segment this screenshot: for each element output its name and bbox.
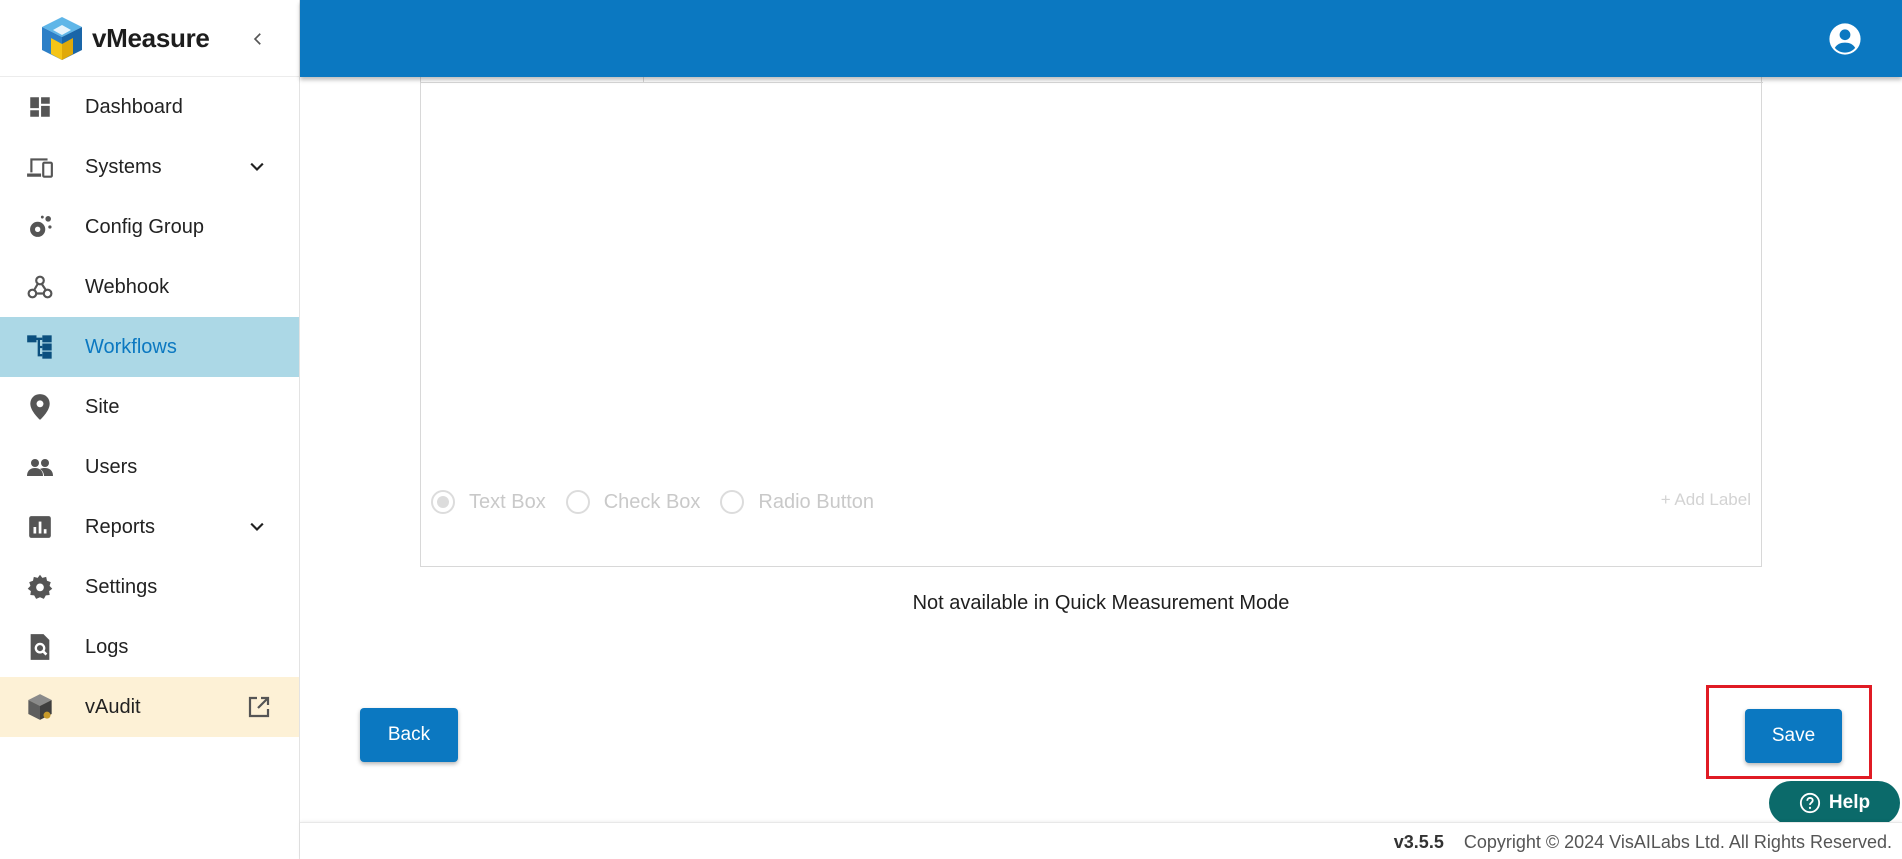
webhook-icon: [26, 273, 54, 301]
workflow-icon: [26, 333, 54, 361]
sidebar-item-label: Workflows: [85, 335, 177, 358]
open-external-icon[interactable]: [245, 693, 273, 721]
gear-icon: [26, 573, 54, 601]
option-label: Radio Button: [758, 490, 875, 513]
option-radio-button[interactable]: Radio Button: [720, 490, 874, 514]
sidebar-item-settings[interactable]: Settings: [0, 557, 299, 617]
sidebar-item-dashboard[interactable]: Dashboard: [0, 77, 299, 137]
radio-radio-button[interactable]: [720, 490, 745, 514]
sidebar-item-label: Webhook: [85, 275, 170, 298]
sidebar-item-label: Config Group: [85, 215, 204, 238]
chevron-down-icon[interactable]: [245, 155, 269, 179]
chevron-left-icon: [253, 33, 261, 45]
sidebar-item-webhook[interactable]: Webhook: [0, 257, 299, 317]
mode-notice: Not available in Quick Measurement Mode: [912, 592, 1290, 614]
devices-icon: [26, 153, 54, 181]
users-icon: [26, 453, 54, 481]
chevron-down-icon[interactable]: [245, 515, 269, 539]
bar-chart-icon: [26, 513, 54, 541]
cube-icon: [26, 693, 54, 721]
help-circle-icon: [1799, 792, 1820, 814]
add-label-link[interactable]: + Add Label: [1661, 490, 1751, 510]
option-text-box[interactable]: Text Box: [431, 490, 546, 514]
search-document-icon: [26, 633, 54, 661]
sidebar: vMeasure Dashboard Systems Config Group: [0, 0, 300, 859]
location-pin-icon: [26, 393, 54, 421]
tab-strip: [421, 77, 1763, 83]
tab-divider: [643, 77, 644, 83]
sidebar-item-reports[interactable]: Reports: [0, 497, 299, 557]
option-label: Check Box: [603, 490, 701, 513]
config-gear-icon: [26, 213, 54, 241]
sidebar-item-label: Dashboard: [85, 95, 183, 118]
option-label: Text Box: [469, 490, 546, 513]
sidebar-nav: Dashboard Systems Config Group Webhook W…: [0, 77, 299, 737]
option-check-box[interactable]: Check Box: [565, 490, 701, 514]
vmeasure-logo-icon: [42, 17, 82, 60]
radio-selected-dot: [437, 496, 449, 508]
help-label: Help: [1828, 792, 1871, 813]
collapse-sidebar-button[interactable]: [243, 24, 273, 54]
radio-check-box[interactable]: [565, 490, 590, 514]
save-button[interactable]: Save: [1745, 709, 1842, 763]
sidebar-item-label: vAudit: [85, 695, 141, 718]
sidebar-item-label: Logs: [85, 635, 129, 658]
account-circle-icon[interactable]: [1828, 22, 1862, 56]
help-button[interactable]: Help: [1769, 781, 1900, 825]
sidebar-item-users[interactable]: Users: [0, 437, 299, 497]
top-app-bar: [300, 0, 1902, 77]
dashboard-icon: [26, 93, 54, 121]
radio-text-box[interactable]: [431, 490, 455, 514]
sidebar-item-label: Users: [85, 455, 138, 478]
sidebar-item-label: Reports: [85, 515, 156, 538]
sidebar-item-site[interactable]: Site: [0, 377, 299, 437]
main-content: Text Box Check Box Radio Button + Add La…: [300, 77, 1902, 825]
sidebar-item-systems[interactable]: Systems: [0, 137, 299, 197]
copyright-text: Copyright © 2024 VisAILabs Ltd. All Righ…: [1463, 832, 1892, 852]
sidebar-item-workflows[interactable]: Workflows: [0, 317, 299, 377]
sidebar-item-label: Systems: [85, 155, 162, 178]
footer-info: v3.5.5 Copyright © 2024 VisAILabs Ltd. A…: [1394, 832, 1892, 853]
logo-row: vMeasure: [0, 0, 299, 77]
field-type-options: Text Box Check Box Radio Button: [431, 490, 894, 514]
field-editor-panel: Text Box Check Box Radio Button + Add La…: [420, 77, 1763, 567]
back-button[interactable]: Back: [360, 708, 458, 762]
sidebar-item-logs[interactable]: Logs: [0, 617, 299, 677]
app-name: vMeasure: [92, 22, 210, 53]
footer: v3.5.5 Copyright © 2024 VisAILabs Ltd. A…: [300, 822, 1902, 859]
sidebar-item-label: Settings: [85, 575, 158, 598]
sidebar-item-label: Site: [85, 395, 120, 418]
app-version: v3.5.5: [1393, 832, 1444, 852]
sidebar-item-vaudit[interactable]: vAudit: [0, 677, 299, 737]
sidebar-item-config-group[interactable]: Config Group: [0, 197, 299, 257]
